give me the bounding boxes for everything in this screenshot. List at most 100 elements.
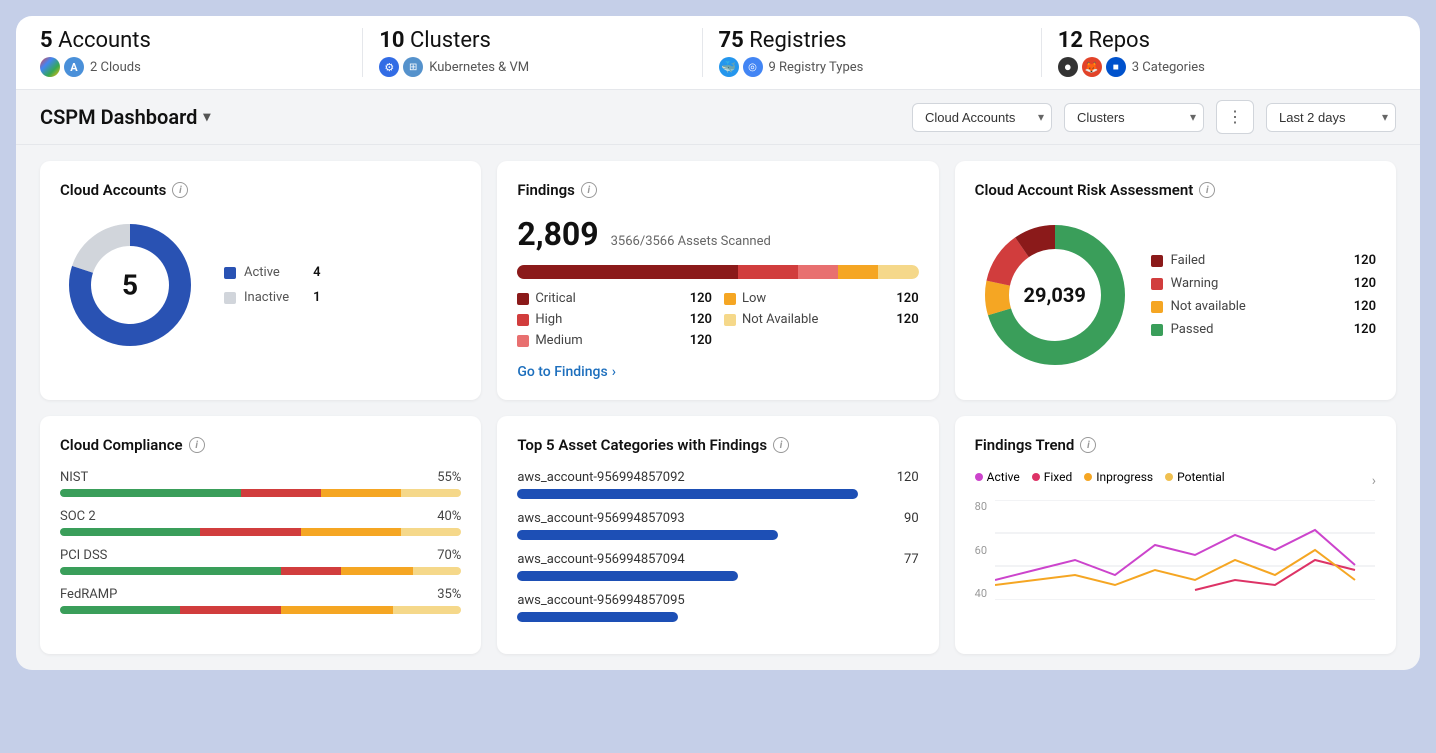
potential-trend-label: Potential — [1177, 470, 1225, 484]
trend-info-icon[interactable]: i — [1080, 437, 1096, 453]
na-risk-count: 120 — [1354, 299, 1376, 314]
risk-donut-container: 29,039 — [975, 215, 1135, 375]
vm-icon: ⊞ — [403, 57, 423, 77]
na-count: 120 — [896, 312, 918, 327]
cloud-accounts-info-icon[interactable]: i — [172, 182, 188, 198]
go-to-findings-link[interactable]: Go to Findings › — [517, 364, 616, 380]
active-trend-line — [995, 530, 1355, 580]
accounts-label: Accounts — [58, 28, 151, 53]
inprogress-trend-item: Inprogress — [1084, 470, 1153, 484]
risk-na-item: Not available 120 — [1151, 299, 1376, 314]
go-to-findings-text: Go to Findings — [517, 364, 607, 380]
warning-dot — [1151, 278, 1163, 290]
nist-bar — [60, 489, 461, 497]
failed-label: Failed — [1171, 253, 1346, 268]
accounts-sub: 2 Clouds — [90, 60, 141, 75]
more-options-button[interactable]: ⋮ — [1216, 100, 1254, 134]
na-risk-dot — [1151, 301, 1163, 313]
passed-count: 120 — [1354, 322, 1376, 337]
passed-label: Passed — [1171, 322, 1346, 337]
trend-chart-area: 80 60 40 — [975, 500, 1376, 600]
findings-trend-card: Findings Trend i Active Fixed Inprogres — [955, 416, 1396, 654]
dashboard-chevron-icon[interactable]: ▾ — [203, 109, 210, 125]
y-label-60: 60 — [975, 544, 987, 557]
asset-label-0: aws_account-956994857092 — [517, 470, 684, 485]
active-label: Active — [244, 265, 289, 280]
active-trend-dot — [975, 473, 983, 481]
asset-count-0: 120 — [897, 470, 919, 485]
clusters-count: 10 — [379, 28, 404, 53]
accounts-legend: Active 4 Inactive 1 — [224, 265, 321, 305]
time-range-filter[interactable]: Last 2 days — [1266, 103, 1396, 132]
asset-label-3: aws_account-956994857095 — [517, 593, 684, 608]
low-count: 120 — [896, 291, 918, 306]
medium-bar-segment — [798, 265, 838, 279]
inprogress-trend-dot — [1084, 473, 1092, 481]
dashboard-title-container: CSPM Dashboard ▾ — [40, 105, 900, 129]
stat-repos: 12 Repos ● 🦊 ■ 3 Categories — [1058, 28, 1380, 77]
risk-failed-item: Failed 120 — [1151, 253, 1376, 268]
critical-severity-row: Critical 120 — [517, 291, 712, 306]
asset-row-0: aws_account-956994857092 120 — [517, 470, 918, 499]
asset-bar-0 — [517, 489, 858, 499]
risk-warning-item: Warning 120 — [1151, 276, 1376, 291]
fixed-trend-label: Fixed — [1044, 470, 1073, 484]
compliance-bars: NIST 55% SOC 2 40% — [60, 470, 461, 614]
severity-bar — [517, 265, 918, 279]
findings-title: Findings — [517, 181, 575, 199]
nist-pct: 55% — [437, 470, 461, 485]
asset-bars: aws_account-956994857092 120 aws_account… — [517, 470, 918, 622]
dashboard-title: CSPM Dashboard — [40, 105, 197, 129]
top5-title: Top 5 Asset Categories with Findings — [517, 436, 767, 454]
soc2-bar — [60, 528, 461, 536]
clusters-filter[interactable]: Clusters — [1064, 103, 1204, 132]
low-bar-segment — [838, 265, 878, 279]
soc2-pct: 40% — [437, 509, 461, 524]
risk-legend: Failed 120 Warning 120 Not available 120 — [1151, 253, 1376, 337]
asset-row-1: aws_account-956994857093 90 — [517, 511, 918, 540]
bitbucket-icon: ■ — [1106, 57, 1126, 77]
kubernetes-icon: ⚙ — [379, 57, 399, 77]
go-to-findings-arrow-icon: › — [612, 364, 616, 380]
google-cloud-icon — [40, 57, 60, 77]
registry-icon: ◎ — [743, 57, 763, 77]
fedramp-pct: 35% — [437, 587, 461, 602]
risk-info-icon[interactable]: i — [1199, 182, 1215, 198]
docker-icon: 🐳 — [719, 57, 739, 77]
pcidss-label: PCI DSS — [60, 548, 107, 563]
top5-info-icon[interactable]: i — [773, 437, 789, 453]
warning-count: 120 — [1354, 276, 1376, 291]
cloud-accounts-card: Cloud Accounts i 5 — [40, 161, 481, 400]
inactive-label: Inactive — [244, 290, 289, 305]
fedramp-label: FedRAMP — [60, 587, 117, 602]
asset-label-1: aws_account-956994857093 — [517, 511, 684, 526]
medium-count: 120 — [690, 333, 712, 348]
cloud-accounts-filter-wrapper[interactable]: Cloud Accounts — [912, 103, 1052, 132]
azure-icon: A — [64, 57, 84, 77]
high-count: 120 — [690, 312, 712, 327]
clusters-label: Clusters — [410, 28, 491, 53]
clusters-filter-wrapper[interactable]: Clusters — [1064, 103, 1204, 132]
trend-next-icon[interactable]: › — [1372, 473, 1376, 489]
asset-bar-2 — [517, 571, 738, 581]
stat-registries: 75 Registries 🐳 ◎ 9 Registry Types — [719, 28, 1042, 77]
risk-title: Cloud Account Risk Assessment — [975, 181, 1194, 199]
low-severity-row: Low 120 — [724, 291, 919, 306]
na-risk-label: Not available — [1171, 299, 1346, 314]
time-range-filter-wrapper[interactable]: Last 2 days — [1266, 103, 1396, 132]
cloud-accounts-filter[interactable]: Cloud Accounts — [912, 103, 1052, 132]
inactive-legend-dot — [224, 292, 236, 304]
findings-info-icon[interactable]: i — [581, 182, 597, 198]
active-legend-item: Active 4 — [224, 265, 321, 280]
repos-count: 12 — [1058, 28, 1083, 53]
compliance-info-icon[interactable]: i — [189, 437, 205, 453]
high-label: High — [535, 312, 683, 327]
inactive-count: 1 — [313, 290, 320, 305]
asset-bar-3 — [517, 612, 678, 622]
pcidss-pct: 70% — [437, 548, 461, 563]
asset-row-2: aws_account-956994857094 77 — [517, 552, 918, 581]
warning-label: Warning — [1171, 276, 1346, 291]
registries-label: Registries — [749, 28, 846, 53]
nist-label: NIST — [60, 470, 88, 485]
active-trend-label: Active — [987, 470, 1020, 484]
